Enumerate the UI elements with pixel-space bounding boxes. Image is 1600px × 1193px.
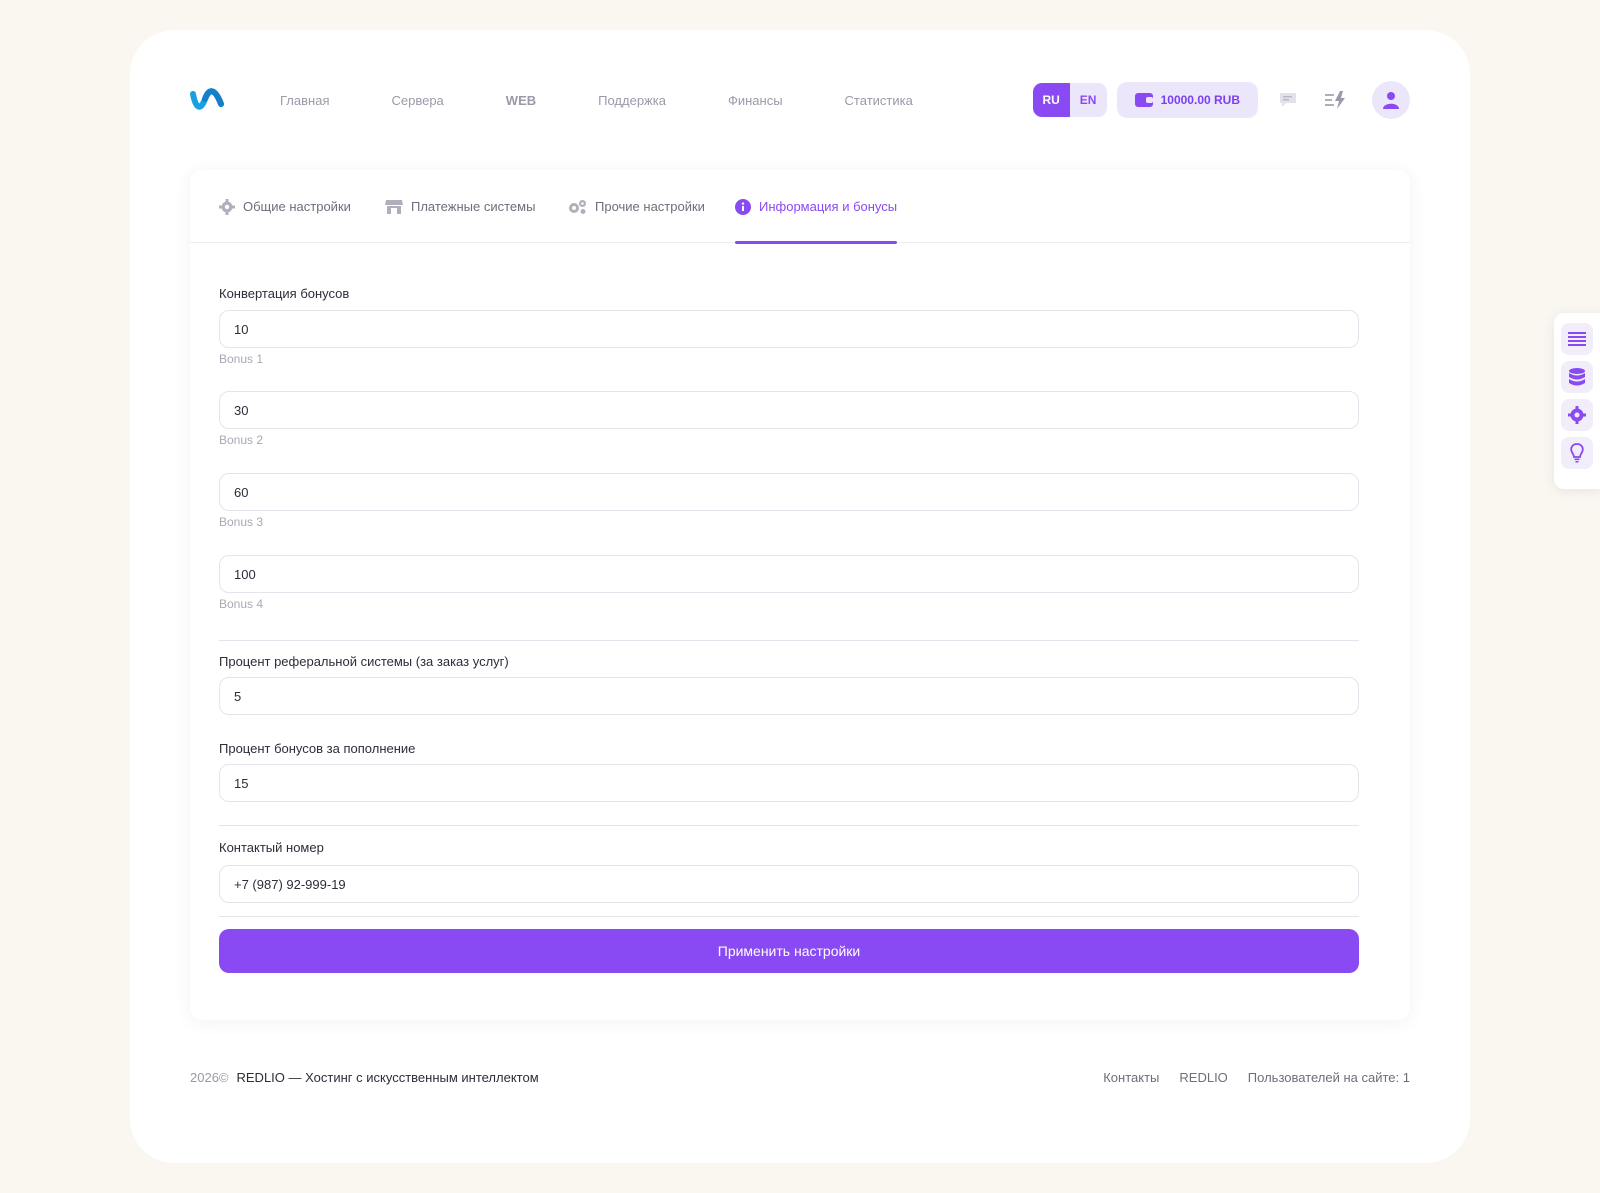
lang-ru-button[interactable]: RU xyxy=(1032,83,1070,117)
apply-settings-button[interactable]: Применить настройки xyxy=(219,929,1359,973)
user-avatar[interactable] xyxy=(1372,81,1410,119)
user-icon xyxy=(1383,92,1399,109)
divider xyxy=(219,825,1359,826)
tab-label: Прочие настройки xyxy=(595,199,705,214)
tab-label: Общие настройки xyxy=(243,199,351,214)
tab-label: Платежные системы xyxy=(411,199,536,214)
nav-web[interactable]: WEB xyxy=(506,93,536,108)
footer-copyright: 2026© REDLIO — Хостинг с искусственным ин… xyxy=(190,1070,539,1085)
info-icon xyxy=(735,198,751,215)
settings-gear-icon[interactable] xyxy=(1561,399,1593,431)
nav-finance[interactable]: Финансы xyxy=(728,93,783,108)
footer-link-redlio[interactable]: REDLIO xyxy=(1179,1070,1227,1085)
chat-icon[interactable] xyxy=(1276,88,1300,112)
footer-link-contacts[interactable]: Контакты xyxy=(1103,1070,1159,1085)
settings-tabs: Общие настройки Платежные системы Прочие… xyxy=(190,170,1410,244)
bonus-conversion-label: Конвертация бонусов xyxy=(219,286,350,301)
tab-label: Информация и бонусы xyxy=(759,199,898,214)
bonus-4-input[interactable] xyxy=(219,555,1359,593)
gear-icon xyxy=(219,198,235,215)
footer-brand: REDLIO — Хостинг с искусственным интелле… xyxy=(236,1070,539,1085)
referral-percent-label: Процент реферальной системы (за заказ ус… xyxy=(219,654,509,669)
top-header: Главная Сервера WEB Поддержка Финансы Ст… xyxy=(190,80,1410,120)
divider xyxy=(219,916,1359,917)
referral-percent-input[interactable] xyxy=(219,677,1359,715)
divider xyxy=(219,640,1359,641)
language-switch: RU EN xyxy=(1032,83,1107,117)
balance-button[interactable]: 10000.00 RUB xyxy=(1116,82,1258,118)
footer-online-users: Пользователей на сайте: 1 xyxy=(1247,1070,1410,1085)
tab-payment-systems[interactable]: Платежные системы xyxy=(385,170,535,243)
tab-info-bonuses[interactable]: Информация и бонусы xyxy=(735,170,898,244)
bonus-3-input[interactable] xyxy=(219,473,1359,511)
topup-bonus-label: Процент бонусов за пополнение xyxy=(219,741,416,756)
bonus-2-input[interactable] xyxy=(219,391,1359,429)
bonus-1-input[interactable] xyxy=(219,310,1359,348)
nav-statistics[interactable]: Статистика xyxy=(845,93,913,108)
quick-actions-icon[interactable] xyxy=(1324,88,1348,112)
balance-amount: 10000.00 RUB xyxy=(1160,93,1240,107)
list-icon[interactable] xyxy=(1561,323,1593,355)
contact-phone-input[interactable] xyxy=(219,865,1359,903)
header-actions: RU EN 10000.00 RUB xyxy=(1032,80,1410,120)
nav-servers[interactable]: Сервера xyxy=(391,93,443,108)
gears-icon xyxy=(569,199,586,214)
footer-links: Контакты REDLIO Пользователей на сайте: … xyxy=(1083,1070,1410,1085)
lightbulb-icon[interactable] xyxy=(1561,437,1593,469)
main-nav: Главная Сервера WEB Поддержка Финансы Ст… xyxy=(280,80,975,120)
tab-general-settings[interactable]: Общие настройки xyxy=(219,170,351,243)
bonus-3-hint: Bonus 3 xyxy=(219,515,264,529)
store-icon xyxy=(385,199,403,214)
page-frame: Главная Сервера WEB Поддержка Финансы Ст… xyxy=(130,30,1470,1163)
footer-year: 2026© xyxy=(190,1070,229,1085)
side-panel xyxy=(1554,313,1600,489)
logo-icon[interactable] xyxy=(190,86,224,112)
database-icon[interactable] xyxy=(1561,361,1593,393)
bonus-2-hint: Bonus 2 xyxy=(219,433,264,447)
footer: 2026© REDLIO — Хостинг с искусственным ин… xyxy=(190,1070,1410,1090)
lang-en-button[interactable]: EN xyxy=(1070,83,1107,117)
bonus-1-hint: Bonus 1 xyxy=(219,352,264,366)
contact-phone-label: Контактый номер xyxy=(219,840,324,855)
settings-card: Общие настройки Платежные системы Прочие… xyxy=(190,170,1410,1020)
tab-other-settings[interactable]: Прочие настройки xyxy=(567,170,705,243)
bonus-4-hint: Bonus 4 xyxy=(219,597,264,611)
topup-bonus-input[interactable] xyxy=(219,764,1359,802)
nav-support[interactable]: Поддержка xyxy=(598,93,666,108)
wallet-icon xyxy=(1134,93,1153,107)
nav-home[interactable]: Главная xyxy=(280,93,329,108)
